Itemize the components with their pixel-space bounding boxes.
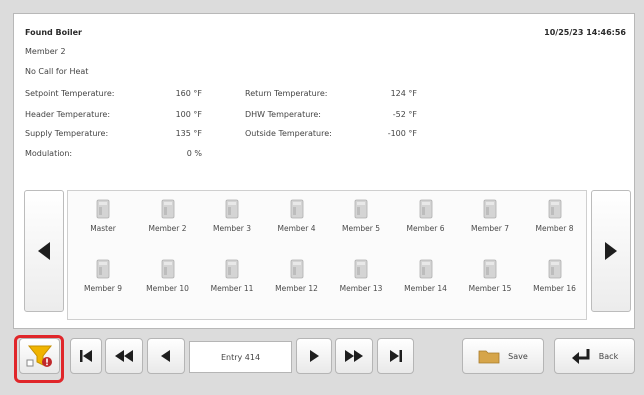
first-record-icon — [80, 350, 92, 362]
modulation-value: 0 % — [186, 149, 202, 158]
back-arrow-icon — [571, 349, 590, 364]
members-prev-page-button[interactable] — [24, 190, 64, 312]
member-grid: Master Member 2 Member 3 Member 4 Member 5 Me… — [67, 190, 587, 320]
fast-back-button[interactable] — [105, 338, 143, 374]
boiler-icon — [419, 199, 432, 219]
member-tile[interactable]: Member 13 — [329, 255, 393, 301]
entry-indicator: Entry 414 — [189, 341, 292, 373]
supply-temp-label: Supply Temperature: — [25, 129, 109, 138]
boiler-icon — [225, 259, 239, 279]
last-entry-button[interactable] — [377, 338, 414, 374]
boiler-icon — [225, 199, 239, 219]
fast-rewind-icon — [115, 350, 133, 362]
member-tile-label: Master — [90, 224, 116, 233]
folder-icon — [478, 350, 500, 364]
header-temp-label: Header Temperature: — [25, 110, 111, 119]
timestamp: 10/25/23 14:46:56 — [544, 28, 626, 37]
member-tile[interactable]: Member 16 — [523, 255, 587, 301]
member-tile[interactable]: Member 14 — [394, 255, 458, 301]
member-tile[interactable]: Member 2 — [136, 195, 200, 241]
member-tile[interactable]: Member 8 — [523, 195, 587, 241]
member-tile-label: Member 4 — [277, 224, 316, 233]
previous-icon — [161, 350, 170, 362]
back-button-label: Back — [598, 351, 619, 361]
return-temp-label: Return Temperature: — [245, 89, 328, 98]
boiler-icon — [354, 259, 368, 279]
save-button-label: Save — [508, 351, 528, 361]
member-tile[interactable]: Member 4 — [265, 195, 329, 241]
member-tile-label: Member 2 — [148, 224, 187, 233]
fast-forward-icon — [345, 350, 363, 362]
member-tile-label: Member 6 — [406, 224, 445, 233]
member-tile[interactable]: Member 10 — [136, 255, 200, 301]
boiler-icon — [419, 259, 432, 279]
boiler-icon — [290, 199, 303, 219]
supply-temp-value: 135 °F — [175, 129, 202, 138]
member-tile-label: Member 15 — [468, 284, 512, 293]
header-temp-value: 100 °F — [175, 110, 202, 119]
member-tile[interactable]: Member 5 — [329, 195, 393, 241]
boiler-icon — [354, 199, 368, 219]
left-arrow-icon — [38, 242, 50, 260]
modulation-label: Modulation: — [25, 149, 73, 158]
previous-entry-button[interactable] — [147, 338, 185, 374]
boiler-icon — [96, 259, 110, 279]
member-tile-label: Member 8 — [535, 224, 574, 233]
right-arrow-icon — [605, 242, 617, 260]
return-temp-value: 124 °F — [390, 89, 417, 98]
member-tile-label: Member 7 — [470, 224, 509, 233]
members-next-page-button[interactable] — [591, 190, 631, 312]
member-tile[interactable]: Member 3 — [200, 195, 264, 241]
heat-status: No Call for Heat — [25, 67, 89, 76]
member-tile-label: Member 5 — [341, 224, 380, 233]
boiler-icon — [290, 259, 303, 279]
outside-temp-value: -100 °F — [387, 129, 417, 138]
boiler-icon — [161, 199, 174, 219]
member-tile[interactable]: Member 11 — [200, 255, 264, 301]
member-tile-label: Member 14 — [404, 284, 447, 293]
member-tile[interactable]: Member 12 — [265, 255, 329, 301]
member-name: Member 2 — [25, 47, 66, 56]
dhw-temp-label: DHW Temperature: — [245, 110, 321, 119]
page-title: Found Boiler — [25, 28, 82, 37]
dhw-temp-value: -52 °F — [392, 110, 417, 119]
last-record-icon — [389, 350, 402, 362]
next-icon — [310, 350, 319, 362]
member-tile-label: Member 11 — [210, 284, 254, 293]
boiler-icon — [548, 199, 561, 219]
member-tile[interactable]: Master — [71, 195, 135, 241]
member-tile-label: Member 9 — [83, 284, 122, 293]
filter-highlight-frame — [14, 335, 64, 383]
member-tile-label: Member 3 — [212, 224, 251, 233]
member-tile-label: Member 12 — [275, 284, 318, 293]
member-tile[interactable]: Member 7 — [458, 195, 522, 241]
boiler-icon — [96, 199, 110, 219]
member-tile[interactable]: Member 15 — [458, 255, 522, 301]
outside-temp-label: Outside Temperature: — [245, 129, 332, 138]
setpoint-temp-value: 160 °F — [175, 89, 202, 98]
boiler-icon — [483, 259, 497, 279]
boiler-icon — [483, 199, 497, 219]
member-tile-label: Member 13 — [339, 284, 383, 293]
setpoint-temp-label: Setpoint Temperature: — [25, 89, 115, 98]
member-tile[interactable]: Member 9 — [71, 255, 135, 301]
save-button[interactable]: Save — [462, 338, 544, 374]
member-tile-label: Member 16 — [533, 284, 576, 293]
fast-forward-button[interactable] — [335, 338, 373, 374]
boiler-icon — [548, 259, 561, 279]
member-tile[interactable]: Member 6 — [394, 195, 458, 241]
back-button[interactable]: Back — [554, 338, 635, 374]
next-entry-button[interactable] — [296, 338, 332, 374]
first-entry-button[interactable] — [70, 338, 102, 374]
member-tile-label: Member 10 — [146, 284, 189, 293]
boiler-icon — [161, 259, 174, 279]
